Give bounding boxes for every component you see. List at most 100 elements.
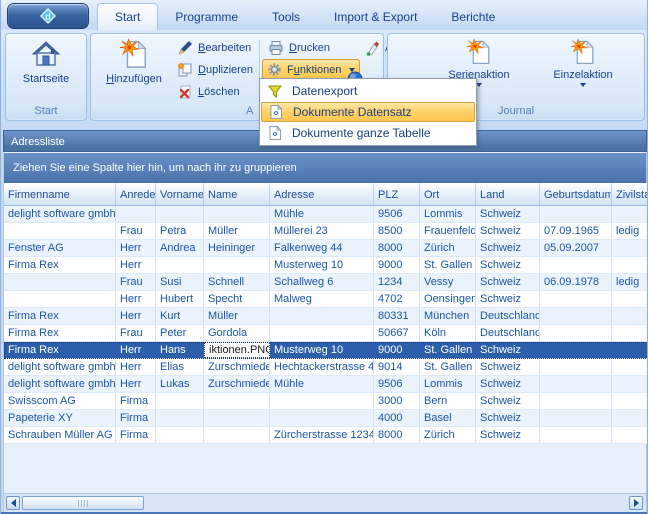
table-cell[interactable]: delight software gmbh <box>4 206 116 222</box>
column-header-firmenname[interactable]: Firmenname <box>4 183 116 206</box>
table-cell[interactable] <box>156 257 204 273</box>
tab-import-export[interactable]: Import & Export <box>317 5 434 30</box>
table-cell[interactable]: Herr <box>116 291 156 307</box>
table-cell[interactable]: delight software gmbh <box>4 376 116 392</box>
table-cell[interactable]: München <box>420 308 476 324</box>
table-cell[interactable]: Schweiz <box>476 223 540 239</box>
table-cell[interactable]: Herr <box>116 240 156 256</box>
table-cell[interactable]: Firma Rex <box>4 325 116 341</box>
table-cell[interactable] <box>156 410 204 426</box>
table-cell[interactable] <box>612 376 648 392</box>
table-cell[interactable] <box>270 410 374 426</box>
table-cell[interactable]: Basel <box>420 410 476 426</box>
table-cell[interactable]: Hans <box>156 342 204 358</box>
table-cell[interactable]: Schrauben Müller AG <box>4 427 116 443</box>
table-cell[interactable]: Müller <box>204 223 270 239</box>
table-cell[interactable]: St. Gallen <box>420 359 476 375</box>
table-cell[interactable]: 9014 <box>374 359 420 375</box>
table-cell[interactable] <box>156 206 204 222</box>
table-cell[interactable]: Schweiz <box>476 410 540 426</box>
table-row[interactable]: Papeterie XYFirma4000BaselSchweiz <box>4 410 648 427</box>
table-cell[interactable]: iktionen.PNG <box>204 342 270 358</box>
table-cell[interactable] <box>204 206 270 222</box>
table-cell[interactable]: Schweiz <box>476 376 540 392</box>
table-cell[interactable]: Schweiz <box>476 257 540 273</box>
table-cell[interactable] <box>270 308 374 324</box>
table-cell[interactable] <box>540 376 612 392</box>
tab-tools[interactable]: Tools <box>255 5 317 30</box>
table-cell[interactable]: Lommis <box>420 206 476 222</box>
table-cell[interactable]: 3000 <box>374 393 420 409</box>
table-cell[interactable]: Specht <box>204 291 270 307</box>
table-cell[interactable]: Papeterie XY <box>4 410 116 426</box>
table-cell[interactable] <box>612 342 648 358</box>
table-cell[interactable]: Firma Rex <box>4 308 116 324</box>
table-cell[interactable]: Schweiz <box>476 240 540 256</box>
table-cell[interactable]: Elias <box>156 359 204 375</box>
table-cell[interactable]: Schallweg 6 <box>270 274 374 290</box>
column-header-ort[interactable]: Ort <box>420 183 476 206</box>
column-header-anrede[interactable]: Anrede <box>116 183 156 206</box>
loeschen-button[interactable]: Löschen <box>173 82 244 102</box>
menu-item-datenexport[interactable]: Datenexport <box>261 80 475 102</box>
table-cell[interactable]: Hubert <box>156 291 204 307</box>
table-cell[interactable] <box>156 427 204 443</box>
table-cell[interactable]: Mühle <box>270 376 374 392</box>
table-cell[interactable]: Falkenweg 44 <box>270 240 374 256</box>
table-row[interactable]: delight software gmbhMühle9506LommisSchw… <box>4 206 648 223</box>
table-cell[interactable]: Lukas <box>156 376 204 392</box>
table-cell[interactable]: 07.09.1965 <box>540 223 612 239</box>
table-cell[interactable]: 9000 <box>374 257 420 273</box>
table-cell[interactable]: Firma <box>116 410 156 426</box>
table-cell[interactable]: 50667 <box>374 325 420 341</box>
table-cell[interactable]: Schweiz <box>476 393 540 409</box>
column-header-name[interactable]: Name <box>204 183 270 206</box>
table-cell[interactable]: Firma <box>116 393 156 409</box>
table-cell[interactable]: Susi <box>156 274 204 290</box>
table-cell[interactable]: ledig <box>612 223 648 239</box>
table-cell[interactable] <box>4 274 116 290</box>
table-cell[interactable]: Musterweg 10 <box>270 342 374 358</box>
table-cell[interactable]: Oensingen <box>420 291 476 307</box>
table-cell[interactable] <box>612 240 648 256</box>
bearbeiten-button[interactable]: Bearbeiten <box>173 38 255 58</box>
table-cell[interactable] <box>612 257 648 273</box>
table-cell[interactable]: Lommis <box>420 376 476 392</box>
scroll-right-button[interactable] <box>629 496 643 510</box>
table-row[interactable]: FrauSusiSchnellSchallweg 61234VessySchwe… <box>4 274 648 291</box>
table-cell[interactable]: 1234 <box>374 274 420 290</box>
table-cell[interactable]: Zürcherstrasse 1234 <box>270 427 374 443</box>
scrollbar-thumb[interactable] <box>22 496 144 510</box>
horizontal-scrollbar[interactable] <box>4 493 646 512</box>
table-cell[interactable] <box>540 325 612 341</box>
table-cell[interactable] <box>540 257 612 273</box>
table-cell[interactable]: Kurt <box>156 308 204 324</box>
table-cell[interactable]: 8500 <box>374 223 420 239</box>
table-cell[interactable]: Vessy <box>420 274 476 290</box>
table-cell[interactable] <box>612 308 648 324</box>
table-cell[interactable]: Zürich <box>420 240 476 256</box>
table-cell[interactable]: Müller <box>204 308 270 324</box>
table-cell[interactable]: Frau <box>116 325 156 341</box>
table-cell[interactable]: Mühle <box>270 206 374 222</box>
table-cell[interactable]: Musterweg 10 <box>270 257 374 273</box>
table-cell[interactable]: Zurschmiede <box>204 359 270 375</box>
table-cell[interactable] <box>204 427 270 443</box>
table-cell[interactable]: 4702 <box>374 291 420 307</box>
table-cell[interactable]: Herr <box>116 359 156 375</box>
table-cell[interactable] <box>204 257 270 273</box>
table-cell[interactable]: Hechtackerstrasse 43 <box>270 359 374 375</box>
table-cell[interactable]: Frauenfeld <box>420 223 476 239</box>
table-cell[interactable]: 9506 <box>374 206 420 222</box>
table-cell[interactable]: Herr <box>116 376 156 392</box>
table-cell[interactable]: Schnell <box>204 274 270 290</box>
application-menu-button[interactable]: d <box>7 3 89 29</box>
table-cell[interactable]: 80331 <box>374 308 420 324</box>
table-row[interactable]: Schrauben Müller AGFirmaZürcherstrasse 1… <box>4 427 648 444</box>
table-cell[interactable] <box>4 223 116 239</box>
table-row[interactable]: FrauPetraMüllerMüllerei 238500Frauenfeld… <box>4 223 648 240</box>
table-cell[interactable]: Heininger <box>204 240 270 256</box>
table-cell[interactable]: Deutschland <box>476 308 540 324</box>
column-header-land[interactable]: Land <box>476 183 540 206</box>
table-cell[interactable] <box>540 291 612 307</box>
